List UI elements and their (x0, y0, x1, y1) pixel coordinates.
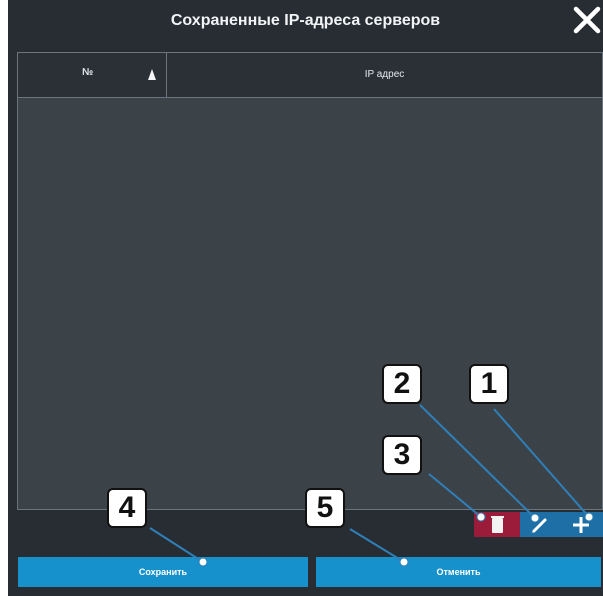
callout-badge-4: 4 (107, 488, 147, 528)
close-button[interactable] (571, 4, 603, 36)
column-header-number-label: № (82, 67, 94, 78)
ip-table: № IP адрес (17, 52, 603, 510)
pencil-icon (532, 518, 547, 533)
close-icon (573, 6, 601, 34)
save-button[interactable]: Сохранить (18, 557, 308, 587)
callout-badge-5: 5 (305, 488, 345, 528)
dialog-title: Сохраненные IP-адреса серверов (170, 12, 441, 29)
plus-icon (573, 517, 589, 533)
column-header-ip[interactable]: IP адрес (167, 53, 602, 97)
column-header-number[interactable]: № (18, 53, 167, 97)
add-button[interactable] (560, 512, 603, 537)
callout-badge-3: 3 (382, 435, 422, 475)
callout-badge-1: 1 (469, 364, 509, 404)
edit-button[interactable] (520, 512, 560, 537)
callout-badge-2: 2 (382, 364, 422, 404)
cancel-button[interactable]: Отменить (316, 557, 601, 587)
trash-icon (491, 516, 504, 533)
sort-ascending-icon (148, 69, 156, 80)
delete-button[interactable] (474, 512, 520, 537)
table-header: № IP адрес (18, 53, 602, 98)
